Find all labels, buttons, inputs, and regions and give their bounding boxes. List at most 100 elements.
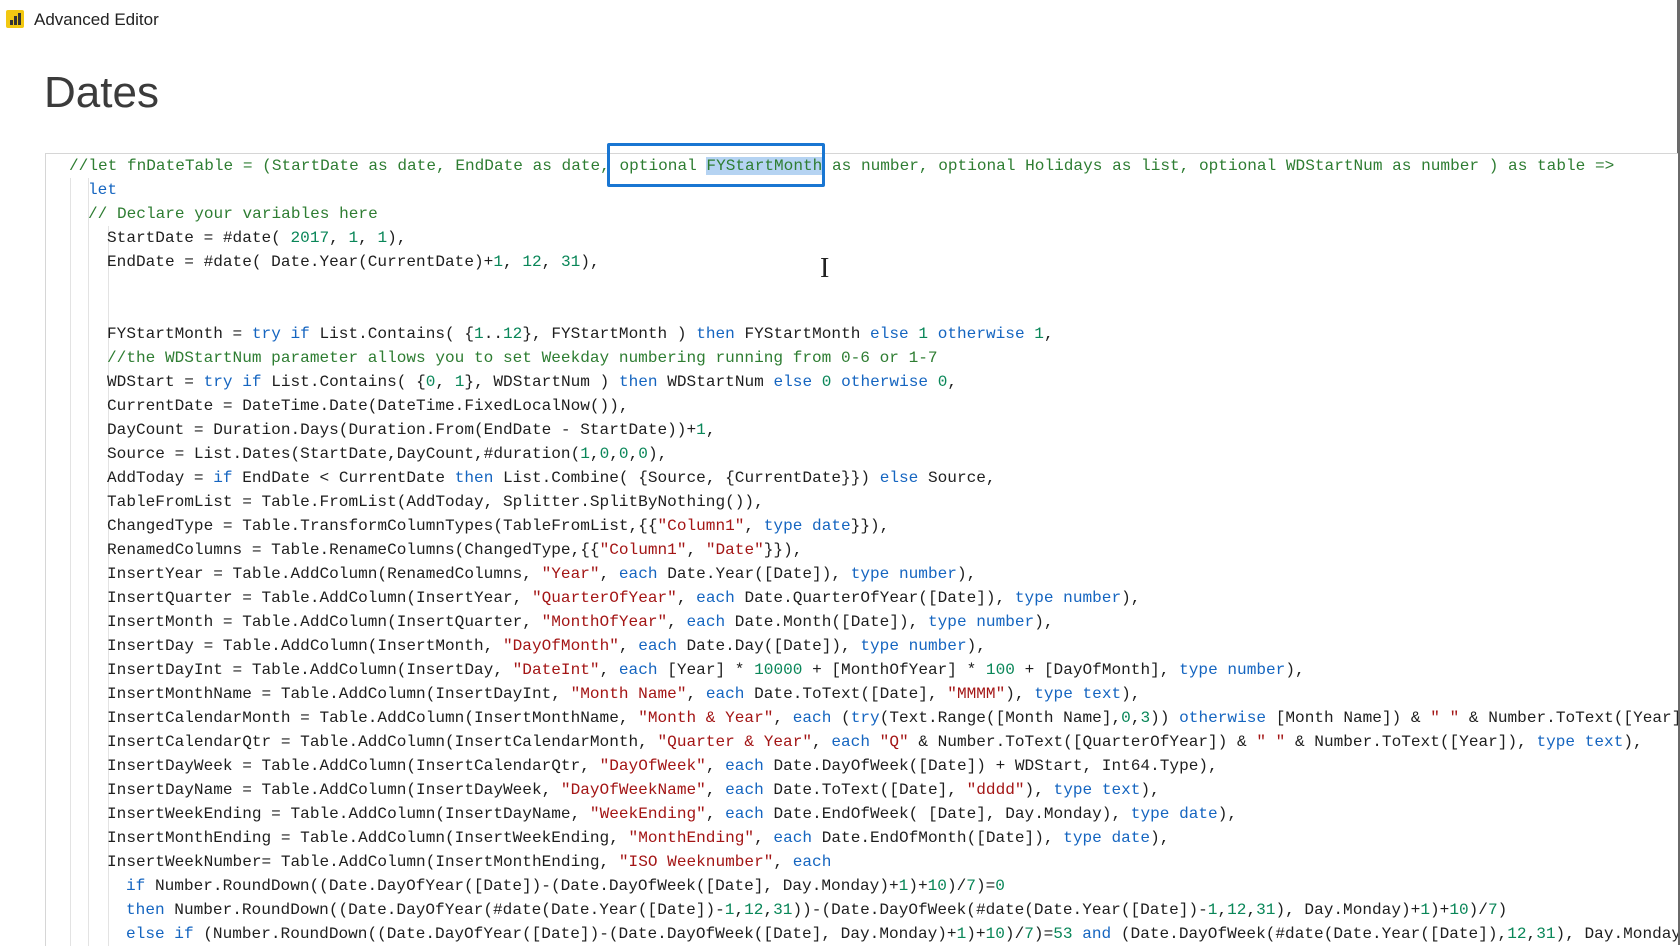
- code-token: and: [1082, 925, 1112, 943]
- code-line[interactable]: then Number.RoundDown((Date.DayOfYear(#d…: [46, 898, 1678, 922]
- code-line[interactable]: FYStartMonth = try if List.Contains( {1.…: [46, 322, 1678, 346]
- code-token: FYStartMonth: [734, 325, 871, 343]
- code-line[interactable]: Source = List.Dates(StartDate,DayCount,#…: [46, 442, 1678, 466]
- code-token: each: [725, 781, 764, 799]
- code-token: "Year": [541, 565, 600, 583]
- code-token: "DayOfMonth": [502, 637, 619, 655]
- code-line[interactable]: InsertWeekNumber= Table.AddColumn(Insert…: [46, 850, 1678, 874]
- code-token: // Declare your variables here: [88, 205, 378, 223]
- code-line[interactable]: // Declare your variables here: [46, 202, 1678, 226]
- code-line[interactable]: InsertDayName = Table.AddColumn(InsertDa…: [46, 778, 1678, 802]
- code-token: each: [725, 757, 764, 775]
- code-token: 12: [1227, 901, 1247, 919]
- code-line[interactable]: RenamedColumns = Table.RenameColumns(Cha…: [46, 538, 1678, 562]
- code-line[interactable]: EndDate = #date( Date.Year(CurrentDate)+…: [46, 250, 1678, 274]
- code-line[interactable]: CurrentDate = DateTime.Date(DateTime.Fix…: [46, 394, 1678, 418]
- code-token: "Month Name": [570, 685, 687, 703]
- code-line[interactable]: ChangedType = Table.TransformColumnTypes…: [46, 514, 1678, 538]
- code-token: ,: [947, 373, 958, 391]
- code-token: WDStart =: [107, 373, 204, 391]
- code-line[interactable]: DayCount = Duration.Days(Duration.From(E…: [46, 418, 1678, 442]
- code-token: ,: [358, 229, 378, 247]
- code-token: TableFromList = Table.FromList(AddToday,…: [107, 493, 764, 511]
- code-token: type number: [860, 637, 967, 655]
- code-token: else: [773, 373, 813, 391]
- code-line[interactable]: InsertYear = Table.AddColumn(RenamedColu…: [46, 562, 1678, 586]
- code-token: each: [725, 805, 764, 823]
- code-token: "Date": [705, 541, 764, 559]
- code-token: 1: [1207, 901, 1218, 919]
- code-token: ), Day.Monday)+: [1275, 901, 1421, 919]
- code-line[interactable]: InsertWeekEnding = Table.AddColumn(Inser…: [46, 802, 1678, 826]
- code-token: type text: [1034, 685, 1122, 703]
- code-token: + [MonthOfYear] *: [802, 661, 986, 679]
- code-token: & Number.ToText([QuarterOfYear]) &: [908, 733, 1257, 751]
- code-token: }}),: [850, 517, 890, 535]
- code-token: EndDate = #date( Date.Year(CurrentDate)+: [107, 253, 494, 271]
- code-token: ),: [1121, 685, 1141, 703]
- code-line[interactable]: [46, 274, 1678, 298]
- code-token: 31: [1256, 901, 1276, 919]
- code-line[interactable]: InsertDay = Table.AddColumn(InsertMonth,…: [46, 634, 1678, 658]
- code-token: FYStartMonth =: [107, 325, 252, 343]
- code-lines[interactable]: //let fnDateTable = (StartDate as date, …: [46, 154, 1678, 946]
- code-token: ,: [705, 805, 726, 823]
- code-token: InsertMonthEnding = Table.AddColumn(Inse…: [107, 829, 629, 847]
- code-token: Date.Day([Date]),: [676, 637, 861, 655]
- code-line[interactable]: if Number.RoundDown((Date.DayOfYear([Dat…: [46, 874, 1678, 898]
- code-token: " ": [1430, 709, 1460, 727]
- code-token: ,: [329, 229, 349, 247]
- code-token: otherwise: [1179, 709, 1267, 727]
- code-token: ,: [754, 829, 774, 847]
- code-token: "Column1": [599, 541, 687, 559]
- code-token: InsertDayWeek = Table.AddColumn(InsertCa…: [107, 757, 600, 775]
- code-token: ,: [1043, 325, 1054, 343]
- code-line[interactable]: StartDate = #date( 2017, 1, 1),: [46, 226, 1678, 250]
- code-token: CurrentDate = DateTime.Date(DateTime.Fix…: [107, 397, 629, 415]
- code-token: otherwise: [937, 325, 1025, 343]
- code-token: "MonthOfYear": [541, 613, 668, 631]
- code-line[interactable]: else if (Number.RoundDown((Date.DayOfYea…: [46, 922, 1678, 946]
- code-token: "WeekEnding": [589, 805, 706, 823]
- code-line[interactable]: TableFromList = Table.FromList(AddToday,…: [46, 490, 1678, 514]
- code-token: type text: [1053, 781, 1141, 799]
- code-token: (Date.DayOfWeek(#date(Date.Year([Date]),: [1111, 925, 1508, 943]
- code-token: List.Combine( {Source, {CurrentDate}}): [493, 469, 880, 487]
- code-token: then: [454, 469, 494, 487]
- code-line[interactable]: InsertQuarter = Table.AddColumn(InsertYe…: [46, 586, 1678, 610]
- code-line[interactable]: WDStart = try if List.Contains( {0, 1}, …: [46, 370, 1678, 394]
- code-token: 0: [937, 373, 948, 391]
- code-line[interactable]: InsertDayInt = Table.AddColumn(InsertDay…: [46, 658, 1678, 682]
- code-line[interactable]: InsertMonthName = Table.AddColumn(Insert…: [46, 682, 1678, 706]
- code-line[interactable]: let: [46, 178, 1678, 202]
- code-token: Number.RoundDown((Date.DayOfYear([Date])…: [145, 877, 899, 895]
- code-token: 1: [956, 925, 967, 943]
- code-token: }}),: [763, 541, 803, 559]
- code-token: + [DayOfMonth],: [1014, 661, 1180, 679]
- code-token: )+: [908, 877, 928, 895]
- code-line[interactable]: InsertDayWeek = Table.AddColumn(InsertCa…: [46, 754, 1678, 778]
- code-token: Source = List.Dates(StartDate,DayCount,#…: [107, 445, 581, 463]
- code-editor[interactable]: //let fnDateTable = (StartDate as date, …: [45, 153, 1678, 946]
- code-token: InsertYear = Table.AddColumn(RenamedColu…: [107, 565, 542, 583]
- code-line[interactable]: //the WDStartNum parameter allows you to…: [46, 346, 1678, 370]
- code-line[interactable]: InsertMonth = Table.AddColumn(InsertQuar…: [46, 610, 1678, 634]
- code-token: List.Contains( {: [261, 373, 426, 391]
- code-token: InsertMonthName = Table.AddColumn(Insert…: [107, 685, 571, 703]
- code-token: as number, optional Holidays as list, op…: [822, 157, 1615, 175]
- code-token: let: [88, 181, 117, 199]
- code-line[interactable]: InsertCalendarMonth = Table.AddColumn(In…: [46, 706, 1678, 730]
- code-line[interactable]: AddToday = if EndDate < CurrentDate then…: [46, 466, 1678, 490]
- code-token: ,: [609, 445, 619, 463]
- code-line[interactable]: InsertCalendarQtr = Table.AddColumn(Inse…: [46, 730, 1678, 754]
- code-token: type date: [1063, 829, 1151, 847]
- code-token: ,: [676, 589, 697, 607]
- code-line[interactable]: InsertMonthEnding = Table.AddColumn(Inse…: [46, 826, 1678, 850]
- code-line[interactable]: //let fnDateTable = (StartDate as date, …: [46, 154, 1678, 178]
- code-token: 7: [1024, 925, 1034, 943]
- code-line[interactable]: [46, 298, 1678, 322]
- code-token: 3: [1140, 709, 1151, 727]
- code-token: 1: [454, 373, 465, 391]
